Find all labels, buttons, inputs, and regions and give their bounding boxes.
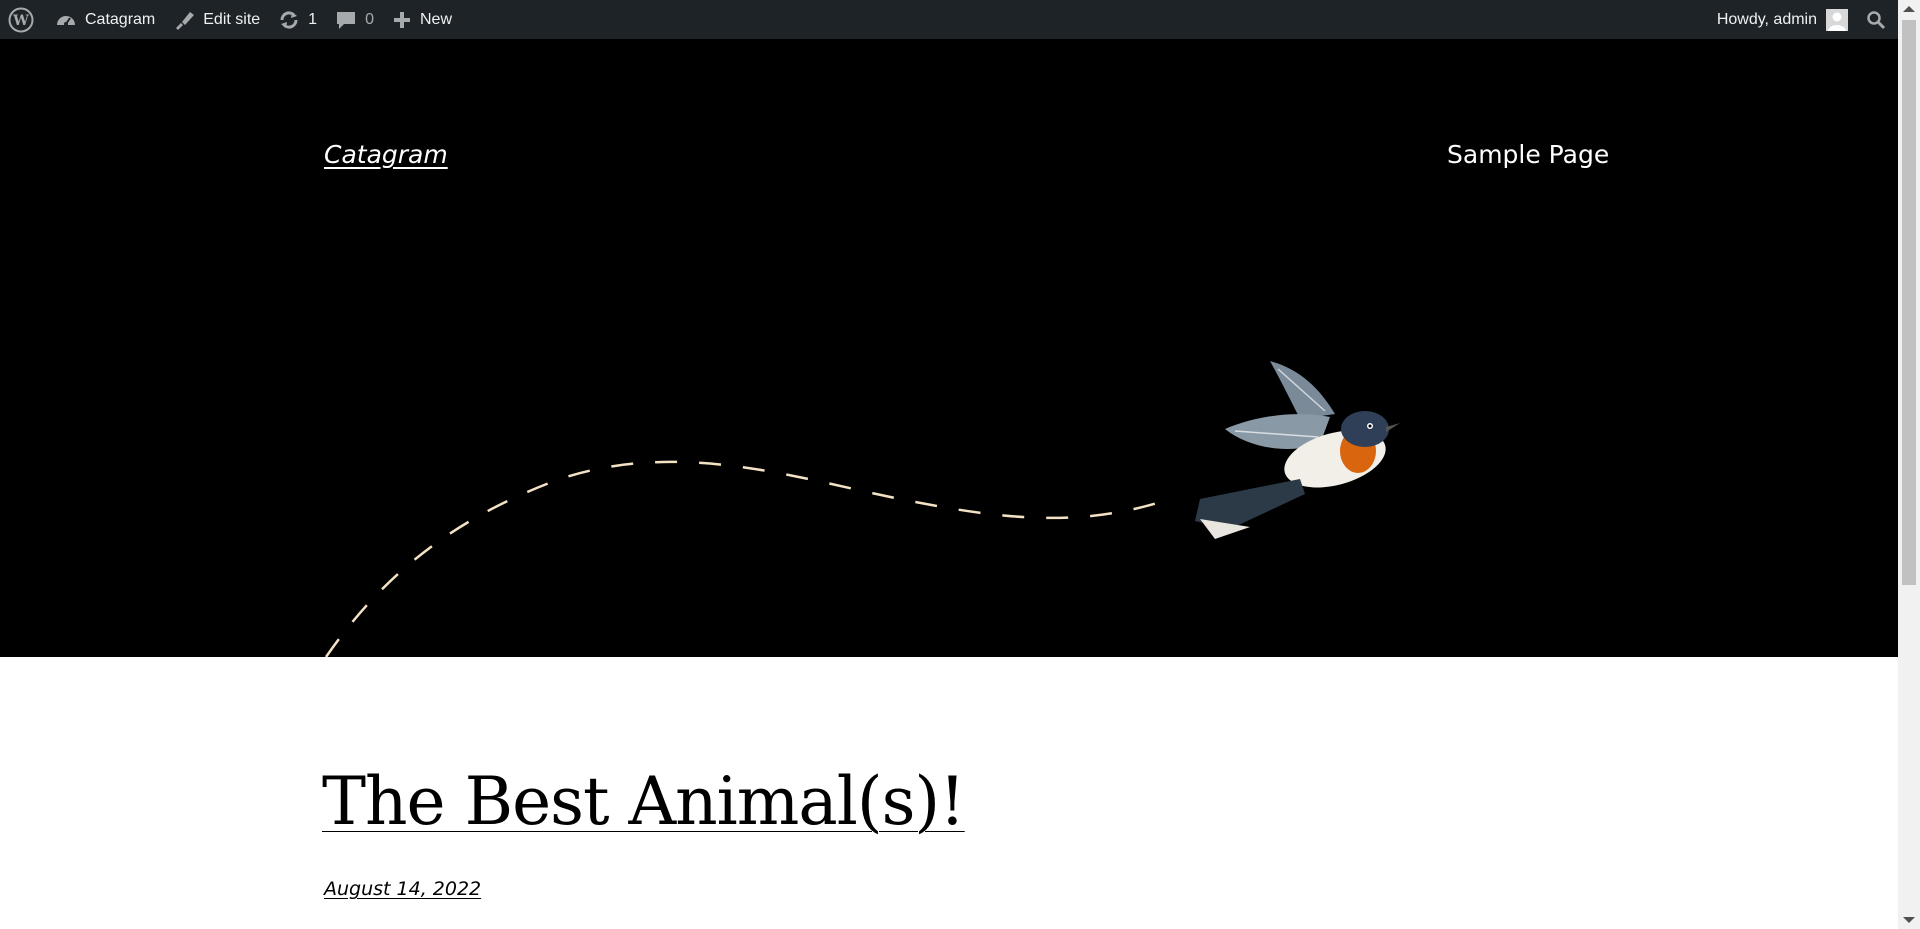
- flight-path: [324, 460, 1171, 657]
- wordpress-logo-icon[interactable]: W: [0, 0, 46, 39]
- page-scrollbar[interactable]: [1898, 0, 1920, 929]
- site-name-label: Catagram: [85, 10, 156, 28]
- updates-button[interactable]: 1: [269, 0, 326, 39]
- post-title-link[interactable]: The Best Animal(s)!: [322, 763, 966, 840]
- brush-icon: [173, 10, 195, 30]
- new-content-button[interactable]: New: [383, 0, 461, 39]
- comments-button[interactable]: 0: [326, 0, 383, 39]
- refresh-icon: [278, 10, 300, 30]
- post-date-link[interactable]: August 14, 2022: [324, 878, 481, 900]
- scroll-up-icon[interactable]: [1903, 6, 1915, 12]
- search-icon: [1866, 10, 1886, 30]
- avatar-icon: [1826, 8, 1848, 31]
- svg-text:W: W: [12, 13, 29, 29]
- admin-bar-right: Howdy, admin: [1708, 0, 1898, 39]
- bird-illustration: [1195, 361, 1400, 539]
- admin-bar-left: W Catagram Edit site 1 0 New: [0, 0, 461, 39]
- scrollbar-thumb[interactable]: [1902, 20, 1916, 585]
- search-button[interactable]: [1857, 0, 1898, 39]
- comments-count: 0: [365, 10, 374, 28]
- dashboard-icon: [55, 10, 77, 30]
- site-header: Catagram Sample Page: [0, 39, 1898, 657]
- updates-count: 1: [308, 10, 318, 28]
- new-label: New: [419, 10, 452, 28]
- edit-site-button[interactable]: Edit site: [164, 0, 269, 39]
- header-illustration: [324, 361, 1400, 657]
- admin-bar: W Catagram Edit site 1 0 New Howdy, admi…: [0, 0, 1898, 39]
- account-menu[interactable]: Howdy, admin: [1708, 0, 1857, 39]
- comment-bubble-icon: [335, 10, 357, 30]
- scroll-down-icon[interactable]: [1903, 917, 1915, 923]
- plus-icon: [392, 10, 412, 30]
- site-name-menu[interactable]: Catagram: [46, 0, 164, 39]
- edit-site-label: Edit site: [203, 10, 261, 28]
- greeting-label: Howdy, admin: [1716, 10, 1817, 28]
